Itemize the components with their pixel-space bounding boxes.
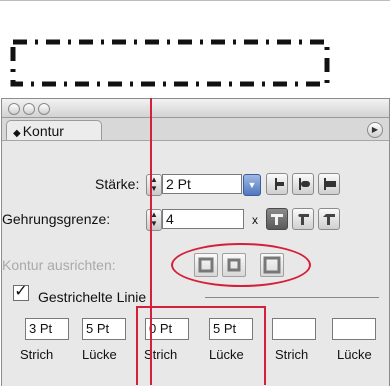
dashed-line-checkbox[interactable]: ✓ <box>13 284 29 301</box>
dash-3-input[interactable] <box>272 318 316 340</box>
miter-unit: x <box>252 213 258 227</box>
disclosure-icon: ◆ <box>13 128 21 139</box>
gap-3-input[interactable] <box>332 318 376 340</box>
close-window-button[interactable] <box>8 103 20 115</box>
miter-label: Gehrungsgrenze: <box>2 211 111 227</box>
tab-bar: ◆ Kontur ▶ <box>2 118 389 141</box>
butt-cap-icon[interactable] <box>266 173 288 195</box>
panel-menu-button[interactable]: ▶ <box>367 122 383 138</box>
weight-label: Stärke: <box>95 176 140 192</box>
dash-preview <box>10 38 330 87</box>
bevel-join-icon[interactable] <box>318 208 340 230</box>
top-border <box>0 0 390 1</box>
divider <box>205 297 379 298</box>
minimize-window-button[interactable] <box>23 103 35 115</box>
miter-join-icon[interactable] <box>266 208 288 230</box>
dash-1-input[interactable]: 3 Pt <box>25 318 69 340</box>
title-bar <box>2 99 389 118</box>
tab-label: Kontur <box>22 123 64 139</box>
align-stroke-label: Kontur ausrichten: <box>2 257 116 273</box>
tab-kontur[interactable]: ◆ Kontur <box>6 120 102 140</box>
weight-stepper[interactable]: ▲ ▼ <box>146 174 162 196</box>
gap-3-label: Lücke <box>337 347 372 362</box>
highlight-rect <box>136 306 266 385</box>
weight-input[interactable]: 2 Pt <box>162 174 242 194</box>
weight-dropdown-button[interactable]: ▼ <box>243 174 261 196</box>
gap-1-label: Lücke <box>82 347 117 362</box>
round-cap-icon[interactable] <box>292 173 314 195</box>
dash-3-label: Strich <box>275 347 309 362</box>
gap-1-input[interactable]: 5 Pt <box>82 318 126 340</box>
miter-input[interactable]: 4 <box>162 209 244 229</box>
round-join-icon[interactable] <box>292 208 314 230</box>
highlight-ellipse <box>171 243 311 287</box>
miter-stepper[interactable]: ▲ ▼ <box>146 209 162 231</box>
zoom-window-button[interactable] <box>38 103 50 115</box>
dash-1-label: Strich <box>20 347 54 362</box>
dashed-line-label: Gestrichelte Linie <box>38 289 147 305</box>
projecting-cap-icon[interactable] <box>318 173 340 195</box>
